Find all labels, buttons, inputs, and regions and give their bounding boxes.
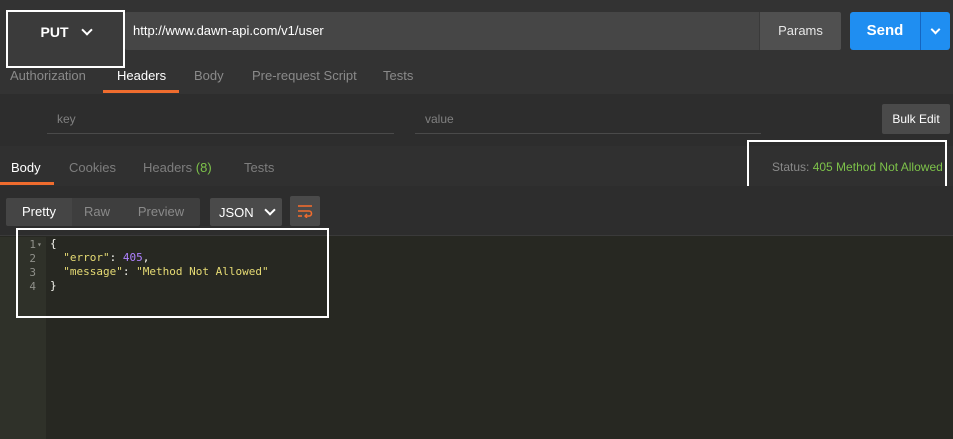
chevron-down-icon — [930, 24, 941, 34]
response-active-tab-indicator — [0, 182, 54, 185]
response-tab-cookies[interactable]: Cookies — [69, 160, 116, 175]
tab-tests[interactable]: Tests — [383, 68, 413, 94]
tab-authorization[interactable]: Authorization — [10, 68, 86, 94]
format-select[interactable]: JSON — [210, 198, 282, 226]
tab-body[interactable]: Body — [194, 68, 224, 94]
bulk-edit-button[interactable]: Bulk Edit — [882, 104, 950, 134]
wrap-lines-icon — [298, 205, 313, 218]
response-tab-headers-label: Headers — [143, 160, 193, 175]
method-label: PUT — [40, 24, 69, 40]
header-key-input[interactable]: key — [47, 112, 394, 134]
response-tab-tests[interactable]: Tests — [244, 160, 274, 175]
header-value-input[interactable]: value — [415, 112, 761, 134]
wrap-lines-button[interactable] — [290, 196, 320, 226]
tab-pre-request-script[interactable]: Pre-request Script — [252, 68, 357, 94]
chevron-down-icon — [80, 23, 93, 36]
response-tab-headers[interactable]: Headers (8) — [143, 160, 212, 175]
code-highlight-box — [16, 228, 329, 318]
send-dropdown-button[interactable] — [920, 12, 950, 50]
view-pretty-button[interactable]: Pretty — [6, 198, 72, 226]
response-tab-body[interactable]: Body — [11, 160, 41, 175]
view-raw-button[interactable]: Raw — [72, 198, 122, 226]
method-select[interactable]: PUT — [6, 10, 125, 68]
headers-count-badge: (8) — [195, 160, 212, 175]
chevron-down-icon — [264, 204, 276, 216]
active-tab-indicator — [103, 90, 179, 93]
params-button[interactable]: Params — [759, 12, 841, 50]
format-label: JSON — [219, 204, 254, 220]
view-preview-button[interactable]: Preview — [122, 198, 200, 226]
url-input[interactable]: http://www.dawn-api.com/v1/user — [125, 12, 759, 50]
send-button[interactable]: Send — [850, 12, 920, 50]
